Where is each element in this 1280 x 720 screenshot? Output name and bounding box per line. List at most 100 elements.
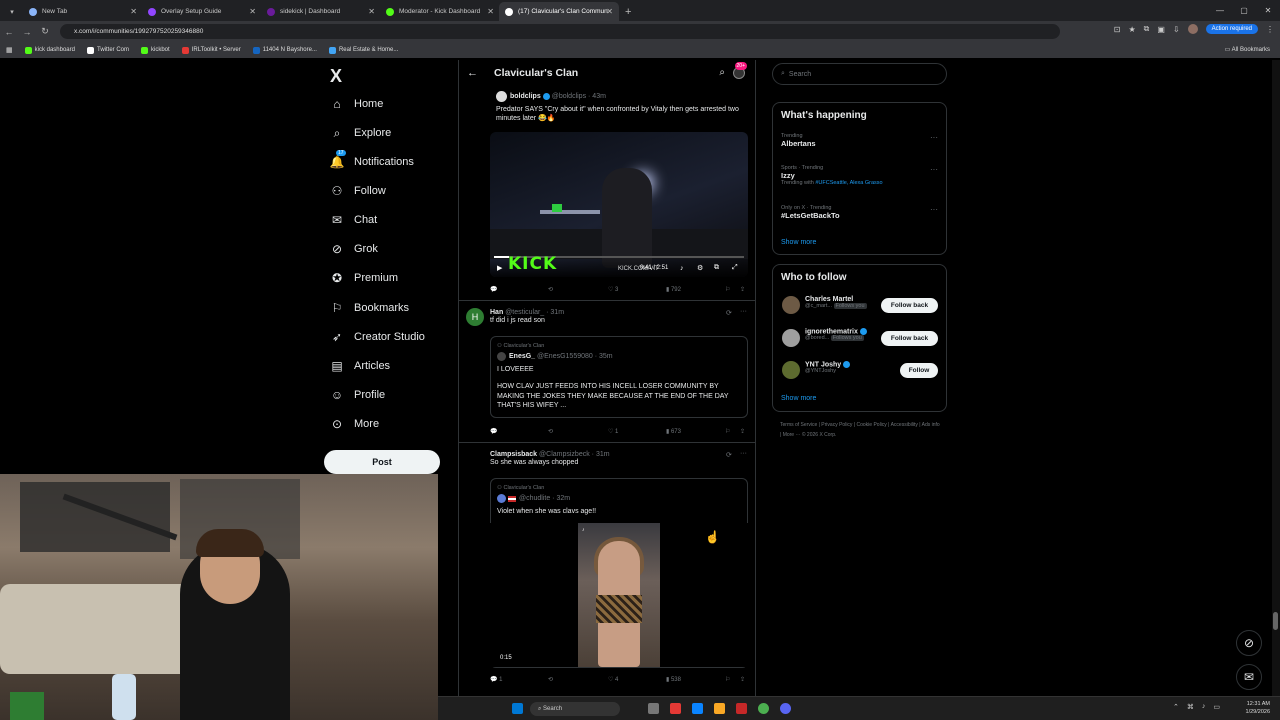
reply-icon[interactable]: 💬	[490, 286, 497, 293]
trend-item[interactable]: Trending Albertans	[781, 133, 941, 148]
bookmark-kick-dashboard[interactable]: kick dashboard	[24, 46, 75, 54]
nav-chat[interactable]: ✉ Chat	[330, 213, 377, 227]
retweet-icon[interactable]: ⟲	[548, 676, 553, 683]
views-button[interactable]: ▮ 538	[666, 676, 681, 684]
avatar[interactable]	[782, 329, 800, 347]
close-icon[interactable]: ✕	[606, 7, 613, 16]
tweet-author-name[interactable]: boldclips	[510, 93, 541, 100]
nav-articles[interactable]: ▤ Articles	[330, 359, 390, 373]
battery-icon[interactable]: ▭	[1213, 703, 1220, 711]
windows-start-icon[interactable]	[512, 703, 523, 714]
new-tab-button[interactable]: +	[625, 2, 631, 21]
scrollbar-thumb[interactable]	[1273, 612, 1278, 630]
avatar[interactable]	[782, 296, 800, 314]
tweet-author-name[interactable]: Clampsisback	[490, 451, 537, 458]
tab-overlay-setup[interactable]: Overlay Setup Guide ✕	[142, 2, 262, 21]
discord-icon[interactable]	[780, 703, 791, 714]
tab-clavicular-clan[interactable]: (17) Clavicular's Clan Commun ✕	[499, 2, 619, 21]
task-view-icon[interactable]	[648, 703, 659, 714]
taskbar-search[interactable]: ⌕ Search	[530, 702, 620, 716]
volume-icon[interactable]: ♪	[680, 265, 684, 272]
file-explorer-icon[interactable]	[714, 703, 725, 714]
avatar[interactable]	[466, 450, 484, 468]
follow-back-button[interactable]: Follow back	[881, 331, 938, 346]
apps-icon[interactable]: ▦	[6, 46, 13, 54]
avatar[interactable]: H	[466, 308, 484, 326]
share-icon[interactable]: ⇪	[740, 428, 745, 435]
share-icon[interactable]: ⇪	[740, 286, 745, 293]
trend-extra-link[interactable]: #UFCSeattle, Alexa Grasso	[815, 180, 882, 186]
nav-bookmarks[interactable]: ⚐ Bookmarks	[330, 301, 409, 315]
back-icon[interactable]: ←	[0, 27, 18, 37]
minimize-icon[interactable]: —	[1208, 6, 1232, 15]
menu-icon[interactable]: ⋮	[1266, 25, 1274, 34]
search-input[interactable]: ⌕ Search	[772, 63, 947, 85]
nav-premium[interactable]: ✪ Premium	[330, 271, 398, 285]
close-icon[interactable]: ✕	[130, 7, 137, 16]
follow-back-button[interactable]: Follow back	[881, 298, 938, 313]
app-icon[interactable]	[736, 703, 747, 714]
forward-icon[interactable]: →	[18, 27, 36, 37]
nav-follow[interactable]: ⚇ Follow	[330, 184, 386, 198]
footer-links[interactable]: Terms of Service | Privacy Policy | Cook…	[780, 420, 940, 440]
url-field[interactable]: x.com/i/communities/1992797520259346880	[60, 24, 1060, 39]
views-button[interactable]: ▮ 792	[666, 286, 681, 294]
follow-suggestion[interactable]: ignorethematrix @bored... Follows you	[805, 328, 869, 342]
more-icon[interactable]: ···	[930, 165, 938, 174]
post-button[interactable]: Post	[324, 450, 440, 474]
close-icon[interactable]: ✕	[487, 7, 494, 16]
like-button[interactable]: ♡ 3	[608, 286, 618, 294]
more-icon[interactable]: ···	[740, 308, 747, 315]
community-icon[interactable]: ⟳	[726, 309, 732, 317]
fullscreen-icon[interactable]: ⤢	[732, 264, 738, 272]
close-icon[interactable]: ✕	[249, 7, 256, 16]
close-icon[interactable]: ✕	[368, 7, 375, 16]
show-more-link[interactable]: Show more	[781, 239, 816, 246]
tweet-author-name[interactable]: Han	[490, 309, 503, 316]
nav-profile[interactable]: ☺ Profile	[330, 388, 385, 402]
retweet-icon[interactable]: ⟲	[548, 428, 553, 435]
more-icon[interactable]: ···	[930, 133, 938, 142]
tweet-boldclips[interactable]: boldclips @boldclips · 43m Predator SAYS…	[496, 91, 746, 124]
grok-icon[interactable]: ⊘	[1236, 630, 1262, 656]
tweet-handle-time[interactable]: @Clampsizbeck · 31m	[539, 451, 610, 458]
follow-suggestion[interactable]: YNT Joshy @YNTJoshy	[805, 361, 852, 374]
show-more-link[interactable]: Show more	[781, 395, 816, 402]
retweet-icon[interactable]: ⟲	[548, 286, 553, 293]
profile-avatar[interactable]	[1187, 24, 1198, 34]
x-logo-icon[interactable]: X	[330, 66, 342, 87]
community-icon[interactable]: ⟳	[726, 451, 732, 459]
maximize-icon[interactable]: ▢	[1232, 6, 1256, 15]
volume-icon[interactable]: ♪	[1202, 703, 1206, 711]
bookmark-irltoolkit[interactable]: IRLToolkit • Server	[181, 46, 241, 54]
more-icon[interactable]: ···	[740, 450, 747, 457]
bookmark-kickbot[interactable]: kickbot	[141, 46, 170, 54]
search-icon[interactable]: ⌕	[719, 67, 725, 78]
app-icon[interactable]	[692, 703, 703, 714]
more-icon[interactable]: ···	[930, 205, 938, 214]
scrollbar[interactable]	[1272, 60, 1280, 696]
play-icon[interactable]: ▶	[497, 264, 502, 272]
like-button[interactable]: ♡ 4	[608, 676, 618, 684]
nav-creator-studio[interactable]: ➶ Creator Studio	[330, 330, 425, 344]
download-icon[interactable]: ⇩	[1173, 25, 1180, 34]
tweet-clampsisback[interactable]: Clampsisback @Clampsizbeck · 31m So she …	[490, 451, 745, 467]
back-arrow-icon[interactable]: ←	[467, 67, 478, 79]
follow-suggestion[interactable]: Charles Martel @c_mart... Follows you	[805, 296, 867, 309]
nav-grok[interactable]: ⊘ Grok	[330, 242, 378, 256]
bookmark-icon[interactable]: ⚐	[725, 676, 730, 683]
clock[interactable]: 12:31 AM 1/29/2026	[1246, 701, 1270, 716]
settings-icon[interactable]: ⚙	[697, 264, 703, 272]
star-icon[interactable]: ★	[1128, 25, 1135, 34]
tab-sidekick[interactable]: sidekick | Dashboard ✕	[261, 2, 381, 21]
tab-new-tab[interactable]: New Tab ✕	[23, 2, 143, 21]
trend-item[interactable]: Only on X · Trending #LetsGetBackTo	[781, 205, 941, 220]
extension-icon[interactable]: ⧉	[1144, 24, 1150, 34]
bookmark-bayshore[interactable]: 11404 N Bayshore...	[252, 46, 317, 54]
chevron-up-icon[interactable]: ⌃	[1173, 703, 1179, 711]
quote-video[interactable]: ♪ 0:15	[490, 523, 748, 667]
follow-button[interactable]: Follow	[900, 363, 938, 378]
bookmark-real-estate[interactable]: Real Estate & Home...	[328, 46, 398, 54]
chrome-icon[interactable]	[758, 703, 769, 714]
quoted-tweet[interactable]: ⚇ Clavicular's Clan EnesG_ @EnesG1559080…	[490, 336, 748, 418]
